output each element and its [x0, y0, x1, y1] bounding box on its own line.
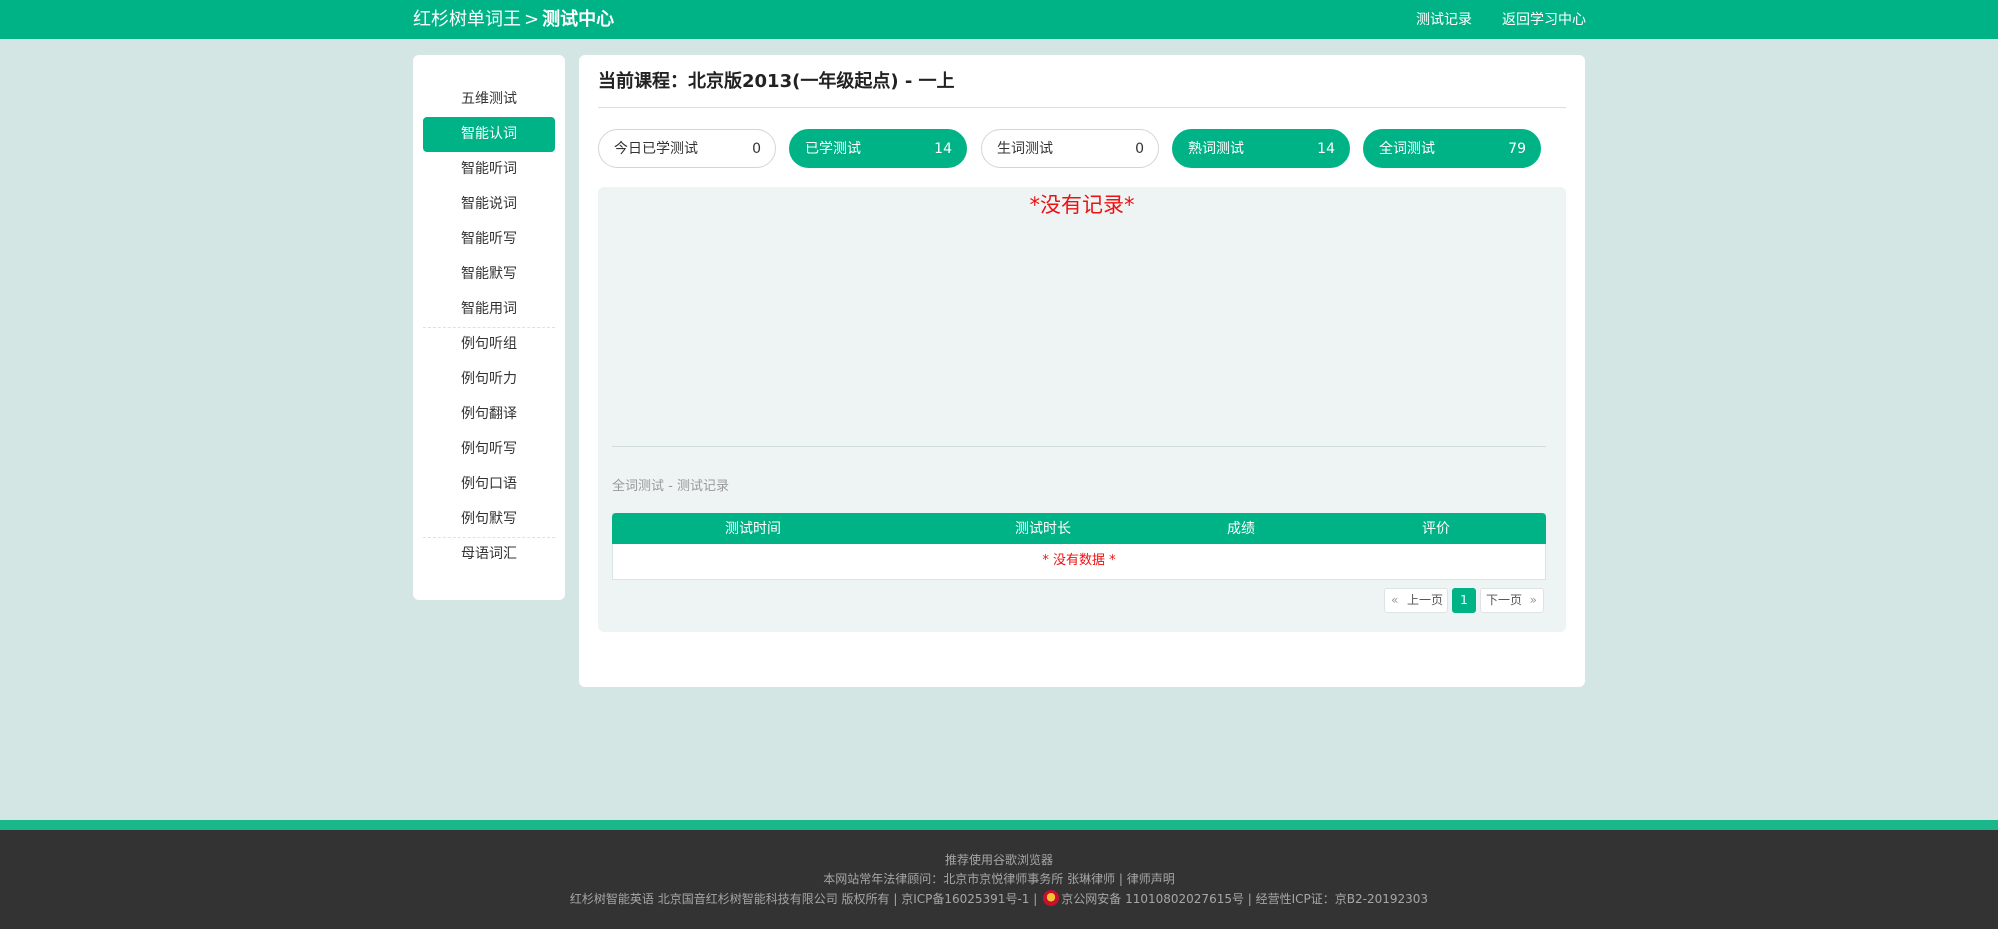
filter-count: 14: [1317, 141, 1335, 157]
brand-breadcrumb: 红杉树单词王 > 测试中心: [413, 8, 614, 32]
filter-count: 79: [1508, 141, 1526, 157]
sidebar-item-sentence-group[interactable]: 例句听组: [423, 327, 555, 362]
double-chevron-left-icon: «: [1391, 593, 1399, 607]
sidebar-item-smart-write[interactable]: 智能默写: [423, 257, 555, 292]
sidebar: 五维测试 智能认词 智能听词 智能说词 智能听写 智能默写 智能用词 例句听组 …: [413, 55, 565, 600]
sidebar-item-sentence-listening[interactable]: 例句听力: [423, 362, 555, 397]
filter-label: 生词测试: [997, 141, 1053, 157]
filter-label: 熟词测试: [1188, 141, 1244, 157]
sidebar-item-native-vocab[interactable]: 母语词汇: [423, 537, 555, 572]
filter-count: 14: [934, 141, 952, 157]
no-record-message: *没有记录*: [1029, 193, 1135, 217]
back-to-learning-link[interactable]: 返回学习中心: [1502, 11, 1586, 29]
top-bar: 红杉树单词王 > 测试中心 测试记录 返回学习中心: [0, 0, 1998, 39]
records-subtitle: 全词测试 - 测试记录: [612, 479, 729, 494]
records-panel: *没有记录* 全词测试 - 测试记录 测试时间 测试时长 成绩 评价 * 没有数…: [598, 187, 1566, 632]
records-table: 测试时间 测试时长 成绩 评价 * 没有数据 *: [612, 513, 1546, 580]
prev-page-label: 上一页: [1407, 593, 1444, 607]
sidebar-item-smart-use[interactable]: 智能用词: [423, 292, 555, 327]
breadcrumb-separator: >: [524, 9, 540, 30]
main-panel: 当前课程：北京版2013(一年级起点) - 一上 今日已学测试 0 已学测试 1…: [579, 55, 1585, 687]
browser-recommendation: 推荐使用谷歌浏览器: [944, 853, 1053, 867]
sidebar-item-sentence-oral[interactable]: 例句口语: [423, 467, 555, 502]
table-empty-message: * 没有数据 *: [1042, 553, 1116, 568]
sidebar-item-smart-recognize[interactable]: 智能认词: [423, 117, 555, 152]
section-title: 测试中心: [542, 9, 615, 30]
sidebar-item-smart-listen[interactable]: 智能听词: [423, 152, 555, 187]
sidebar-item-smart-speak[interactable]: 智能说词: [423, 187, 555, 222]
filter-new-words[interactable]: 生词测试 0: [981, 129, 1159, 168]
prev-page-button[interactable]: « 上一页: [1384, 588, 1448, 613]
chart-baseline: [612, 446, 1546, 447]
filter-familiar-words[interactable]: 熟词测试 14: [1172, 129, 1350, 168]
title-divider: [598, 107, 1566, 108]
sidebar-item-wuwei-test[interactable]: 五维测试: [423, 82, 555, 117]
col-test-duration: 测试时长: [1015, 521, 1071, 537]
legal-advisor-line[interactable]: 本网站常年法律顾问：北京市京悦律师事务所 张琳律师 | 律师声明: [0, 871, 1998, 887]
copyright-text: 红杉树智能英语 北京国音红杉树智能科技有限公司 版权所有 | 京ICP备1602…: [569, 892, 1038, 906]
filter-today-learned[interactable]: 今日已学测试 0: [598, 129, 776, 168]
filter-label: 已学测试: [805, 141, 861, 157]
copyright-line: 红杉树智能英语 北京国音红杉树智能科技有限公司 版权所有 | 京ICP备1602…: [0, 890, 1998, 907]
next-page-label: 下一页: [1486, 593, 1523, 607]
police-badge-icon: [1043, 890, 1060, 906]
col-test-time: 测试时间: [725, 521, 781, 537]
filter-label: 今日已学测试: [614, 141, 698, 157]
table-header: 测试时间 测试时长 成绩 评价: [612, 513, 1546, 544]
double-chevron-right-icon: »: [1529, 593, 1537, 607]
filter-count: 0: [752, 141, 761, 157]
filter-learned[interactable]: 已学测试 14: [789, 129, 967, 168]
course-title: 当前课程：北京版2013(一年级起点) - 一上: [598, 71, 955, 92]
filter-count: 0: [1135, 141, 1144, 157]
page-1-button[interactable]: 1: [1452, 588, 1476, 613]
col-evaluation: 评价: [1422, 521, 1450, 537]
test-records-link[interactable]: 测试记录: [1416, 11, 1472, 29]
sidebar-item-sentence-write[interactable]: 例句默写: [423, 502, 555, 537]
filter-all-words[interactable]: 全词测试 79: [1363, 129, 1541, 168]
col-score: 成绩: [1227, 521, 1255, 537]
brand-name[interactable]: 红杉树单词王: [413, 9, 521, 30]
footer-accent-band: [0, 820, 1998, 830]
next-page-button[interactable]: 下一页 »: [1480, 588, 1544, 613]
filter-label: 全词测试: [1379, 141, 1435, 157]
sidebar-item-smart-dictation[interactable]: 智能听写: [423, 222, 555, 257]
public-security-text[interactable]: 京公网安备 11010802027615号 | 经营性ICP证：京B2-2019…: [1061, 892, 1428, 906]
footer: 推荐使用谷歌浏览器 本网站常年法律顾问：北京市京悦律师事务所 张琳律师 | 律师…: [0, 830, 1998, 929]
sidebar-item-sentence-dictation[interactable]: 例句听写: [423, 432, 555, 467]
sidebar-item-sentence-translate[interactable]: 例句翻译: [423, 397, 555, 432]
